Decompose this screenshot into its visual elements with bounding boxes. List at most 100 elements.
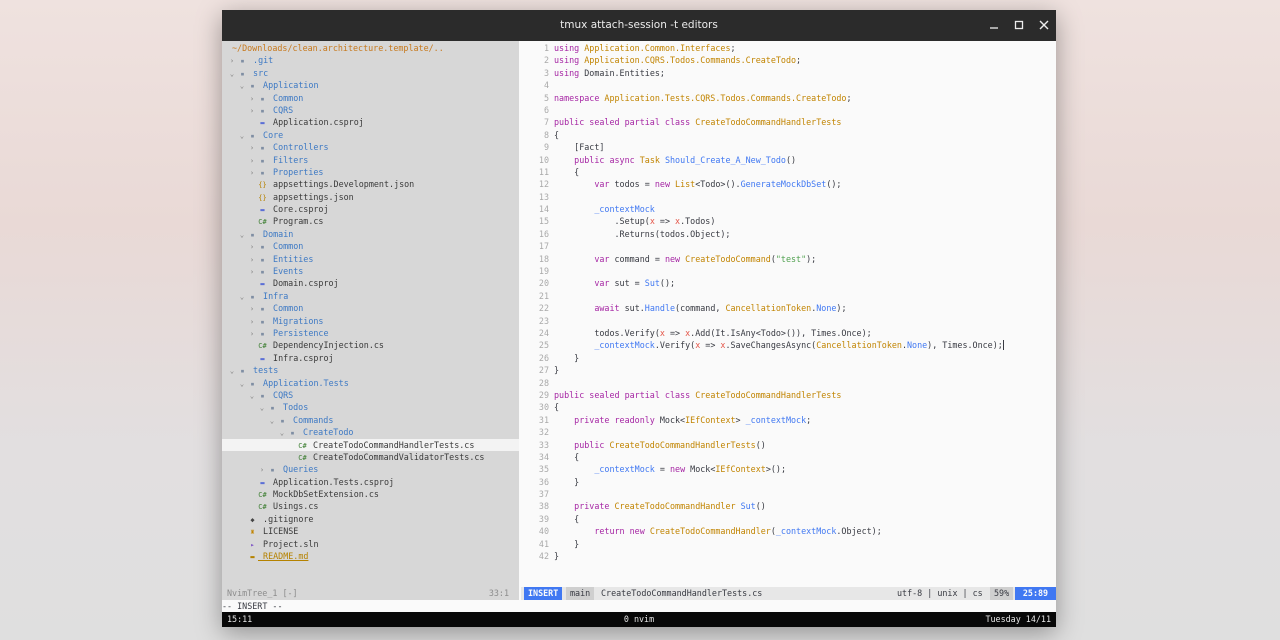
tree-folder-common[interactable]: › ▪ Common — [222, 240, 519, 252]
tree-folder-persistence[interactable]: › ▪ Persistence — [222, 327, 519, 339]
code-line[interactable]: 30 { — [519, 401, 1056, 413]
code-line[interactable]: 20 var sut = Sut(); — [519, 277, 1056, 289]
tree-folder-events[interactable]: › ▪ Events — [222, 265, 519, 277]
code-line[interactable]: 5 namespace Application.Tests.CQRS.Todos.… — [519, 92, 1056, 104]
tree-file-mockdbsetextension.cs[interactable]: C# MockDbSetExtension.cs — [222, 488, 519, 500]
tree-folder-core[interactable]: ⌄ ▪ Core — [222, 129, 519, 141]
code-line[interactable]: 8{ — [519, 129, 1056, 141]
code-line[interactable]: 35 _contextMock = new Mock<IEfContext>()… — [519, 463, 1056, 475]
tree-file-appsettings.development.json[interactable]: {} appsettings.Development.json — [222, 178, 519, 190]
code-line[interactable]: 34 { — [519, 451, 1056, 463]
code-line[interactable]: 3 using Domain.Entities; — [519, 67, 1056, 79]
tree-file-usings.cs[interactable]: C# Usings.cs — [222, 500, 519, 512]
code-line[interactable]: 27} — [519, 364, 1056, 376]
tree-folder-common[interactable]: › ▪ Common — [222, 302, 519, 314]
code-line[interactable]: 41 } — [519, 538, 1056, 550]
tree-file-program.cs[interactable]: C# Program.cs — [222, 215, 519, 227]
command-line[interactable]: -- INSERT -- — [222, 600, 1056, 612]
tree-item-label: CreateTodo — [298, 427, 354, 438]
tree-folder-application[interactable]: ⌄ ▪ Application — [222, 79, 519, 91]
tree-file-domain.csproj[interactable]: ▬ Domain.csproj — [222, 277, 519, 289]
tree-folder-queries[interactable]: › ▪ Queries — [222, 463, 519, 475]
tree-file-application.csproj[interactable]: ▬ Application.csproj — [222, 116, 519, 128]
code-line[interactable]: 2 using Application.CQRS.Todos.Commands.C… — [519, 54, 1056, 66]
tree-folder-cqrs[interactable]: › ▪ CQRS — [222, 104, 519, 116]
tree-folder-application.tests[interactable]: ⌄ ▪ Application.Tests — [222, 377, 519, 389]
code-line[interactable]: 11 { — [519, 166, 1056, 178]
code-editor[interactable]: 1 using Application.Common.Interfaces; 2 us… — [519, 41, 1056, 587]
code-line[interactable]: 42} — [519, 550, 1056, 562]
code-line[interactable]: 21 — [519, 290, 1056, 302]
file-tree-panel[interactable]: ~/Downloads/clean.architecture.template/… — [222, 41, 519, 587]
code-line[interactable]: 17 — [519, 240, 1056, 252]
code-line[interactable]: 16 .Returns(todos.Object); — [519, 228, 1056, 240]
tree-folder-createtodo[interactable]: ⌄ ▪ CreateTodo — [222, 426, 519, 438]
tree-folder-commands[interactable]: ⌄ ▪ Commands — [222, 414, 519, 426]
tree-file-application.tests.csproj[interactable]: ▬ Application.Tests.csproj — [222, 476, 519, 488]
tree-folder-common[interactable]: › ▪ Common — [222, 92, 519, 104]
code-line[interactable]: 6 — [519, 104, 1056, 116]
code-line[interactable]: 38 private CreateTodoCommandHandler Sut(… — [519, 500, 1056, 512]
tree-folder-entities[interactable]: › ▪ Entities — [222, 253, 519, 265]
tree-file-dependencyinjection.cs[interactable]: C# DependencyInjection.cs — [222, 339, 519, 351]
code-line[interactable]: 25 _contextMock.Verify(x => x.SaveChange… — [519, 339, 1056, 351]
tree-file-readme.md[interactable]: ▬ README.md — [222, 550, 519, 562]
code-line[interactable]: 22 await sut.Handle(command, Cancellatio… — [519, 302, 1056, 314]
title-bar[interactable]: tmux attach-session -t editors — [222, 10, 1056, 41]
line-number: 25 — [538, 340, 549, 351]
tmux-window-tab[interactable]: 0 nvim — [222, 612, 1056, 627]
minimize-icon[interactable] — [986, 17, 1002, 33]
code-line[interactable]: 4 — [519, 79, 1056, 91]
code-token: _contextMock — [594, 204, 655, 215]
code-line[interactable]: 40 return new CreateTodoCommandHandler(_… — [519, 525, 1056, 537]
line-number: 15 — [538, 216, 549, 227]
tree-folder-controllers[interactable]: › ▪ Controllers — [222, 141, 519, 153]
tree-file-createtodocommandhandlertests.cs[interactable]: C# CreateTodoCommandHandlerTests.cs — [222, 438, 519, 451]
code-line[interactable]: 26 } — [519, 352, 1056, 364]
tree-file-project.sln[interactable]: ▸ Project.sln — [222, 538, 519, 550]
code-line[interactable]: 24 todos.Verify(x => x.Add(It.IsAny<Todo… — [519, 327, 1056, 339]
code-line[interactable]: 32 — [519, 426, 1056, 438]
code-line[interactable]: 33 public CreateTodoCommandHandlerTests(… — [519, 439, 1056, 451]
code-line[interactable]: 19 — [519, 265, 1056, 277]
code-line[interactable]: 31 private readonly Mock<IEfContext> _co… — [519, 414, 1056, 426]
code-line[interactable]: 13 — [519, 191, 1056, 203]
tree-folder-.git[interactable]: › ▪ .git — [222, 54, 519, 66]
code-line[interactable]: 1 using Application.Common.Interfaces; — [519, 42, 1056, 54]
tree-file-.gitignore[interactable]: ◆ .gitignore — [222, 513, 519, 525]
tree-file-core.csproj[interactable]: ▬ Core.csproj — [222, 203, 519, 215]
tree-item-label: Usings.cs — [268, 501, 319, 512]
code-line[interactable]: 12 var todos = new List<Todo>().Generate… — [519, 178, 1056, 190]
code-line[interactable]: 10 public async Task Should_Create_A_New… — [519, 154, 1056, 166]
code-line[interactable]: 23 — [519, 315, 1056, 327]
tree-folder-cqrs[interactable]: ⌄ ▪ CQRS — [222, 389, 519, 401]
code-line[interactable]: 36 } — [519, 476, 1056, 488]
code-line[interactable]: 9 [Fact] — [519, 141, 1056, 153]
tree-folder-migrations[interactable]: › ▪ Migrations — [222, 315, 519, 327]
code-line[interactable]: 15 .Setup(x => x.Todos) — [519, 215, 1056, 227]
tree-folder-tests[interactable]: ⌄ ▪ tests — [222, 364, 519, 376]
tree-folder-infra[interactable]: ⌄ ▪ Infra — [222, 290, 519, 302]
maximize-icon[interactable] — [1011, 17, 1027, 33]
tree-file-createtodocommandvalidatortests.cs[interactable]: C# CreateTodoCommandValidatorTests.cs — [222, 451, 519, 463]
code-token: () — [785, 154, 797, 165]
code-line[interactable]: 7 public sealed partial class CreateTodoC… — [519, 116, 1056, 128]
tree-file-license[interactable]: ♜ LICENSE — [222, 525, 519, 537]
tree-folder-todos[interactable]: ⌄ ▪ Todos — [222, 401, 519, 413]
tree-folder-src[interactable]: ⌄ ▪ src — [222, 67, 519, 79]
tree-folder-properties[interactable]: › ▪ Properties — [222, 166, 519, 178]
code-token: new — [664, 253, 686, 264]
code-line[interactable]: 28 — [519, 377, 1056, 389]
tree-folder-filters[interactable]: › ▪ Filters — [222, 154, 519, 166]
code-line[interactable]: 39 { — [519, 513, 1056, 525]
code-line[interactable]: 18 var command = new CreateTodoCommand("… — [519, 253, 1056, 265]
tree-file-infra.csproj[interactable]: ▬ Infra.csproj — [222, 352, 519, 364]
close-icon[interactable] — [1036, 17, 1052, 33]
tree-item-label: Application.Tests.csproj — [268, 476, 395, 487]
code-line[interactable]: 14 _contextMock — [519, 203, 1056, 215]
tree-file-appsettings.json[interactable]: {} appsettings.json — [222, 191, 519, 203]
code-token: None — [907, 340, 928, 351]
code-line[interactable]: 37 — [519, 488, 1056, 500]
tree-folder-domain[interactable]: ⌄ ▪ Domain — [222, 228, 519, 240]
code-line[interactable]: 29 public sealed partial class CreateTodo… — [519, 389, 1056, 401]
